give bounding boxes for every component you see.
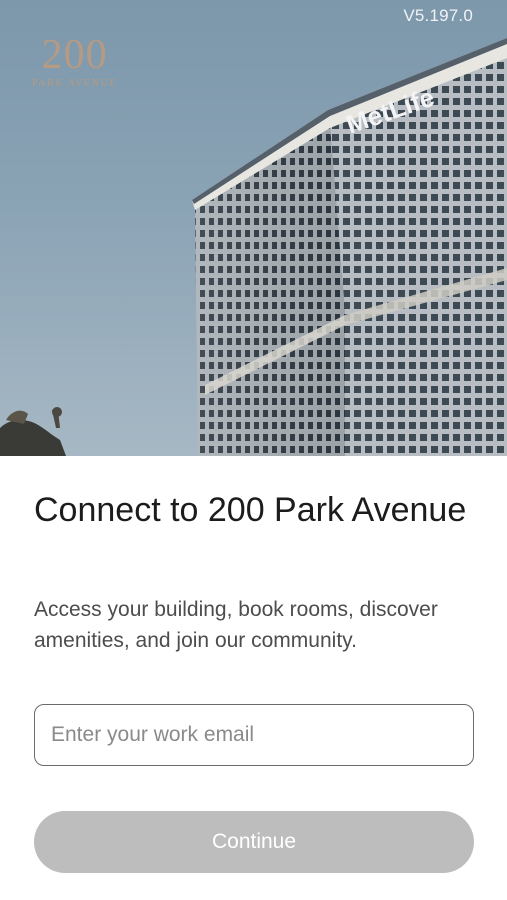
version-label: V5.197.0 xyxy=(403,6,473,25)
email-field[interactable] xyxy=(34,704,474,766)
logo-subtitle: PARK AVENUE xyxy=(32,78,118,89)
page-title: Connect to 200 Park Avenue xyxy=(34,491,467,529)
page-subtitle: Access your building, book rooms, discov… xyxy=(34,598,438,652)
hero-image: MetLife V5.197.0 200 PARK AVENUE xyxy=(0,0,507,456)
login-sheet: Connect to 200 Park Avenue Access your b… xyxy=(0,456,507,900)
login-screen: MetLife V5.197.0 200 PARK AVENUE Connect… xyxy=(0,0,507,900)
statue-silhouette xyxy=(0,407,66,456)
logo-number: 200 xyxy=(41,32,108,78)
continue-button[interactable]: Continue xyxy=(34,811,474,873)
building-logo: 200 PARK AVENUE xyxy=(32,34,117,89)
